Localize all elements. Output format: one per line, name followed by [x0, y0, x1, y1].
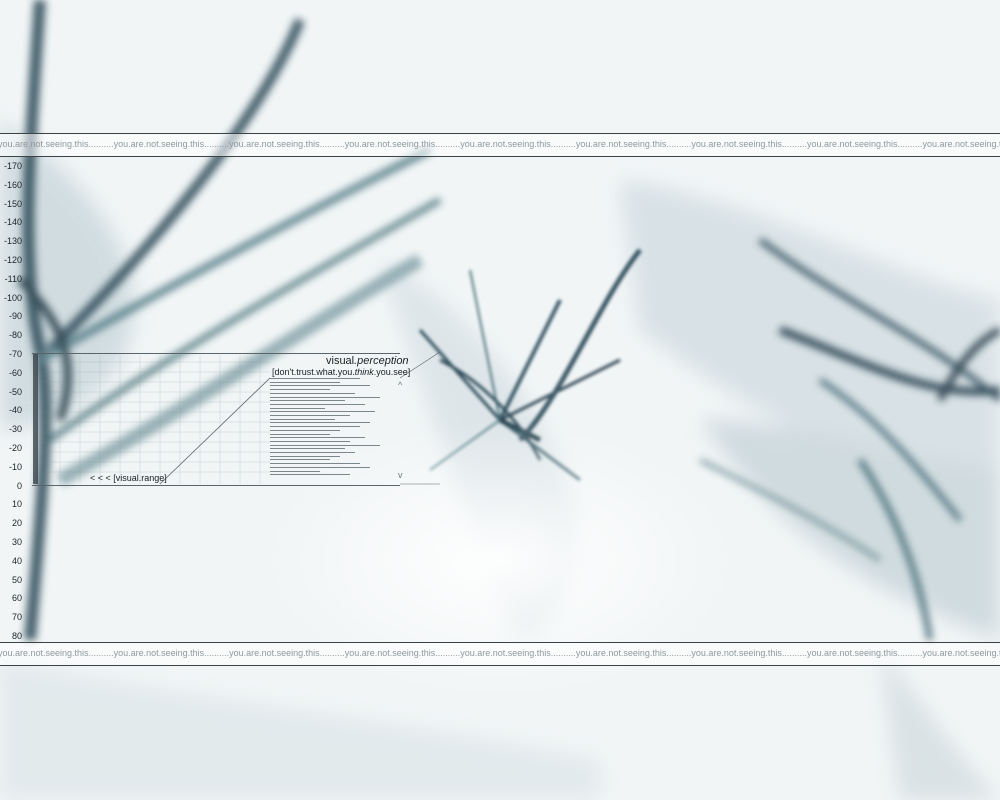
- text-line-decoration: [270, 407, 325, 409]
- ruler-tick: 50: [11, 574, 22, 585]
- ruler-tick: -160: [3, 179, 22, 190]
- ruler-tick: -140: [3, 217, 22, 228]
- text-line-decoration: [270, 433, 330, 435]
- ruler-tick: 20: [11, 518, 22, 529]
- panel-subtitle-pre: [don't.trust.what.you.: [272, 367, 355, 377]
- ruler-tick: -70: [8, 349, 22, 359]
- top-marquee-band: you.are.not.seeing.this..........you.are…: [0, 133, 1000, 157]
- text-line-decoration: [270, 381, 340, 383]
- text-line-decoration: [270, 444, 380, 446]
- text-line-decoration: [270, 400, 345, 402]
- ruler-tick: -80: [8, 330, 22, 341]
- text-line-decoration: [270, 448, 345, 450]
- panel-text-block: [270, 378, 390, 478]
- text-line-decoration: [270, 452, 355, 453]
- panel-subtitle: [don't.trust.what.you.think.you.see]: [272, 367, 410, 377]
- ruler-tick: 80: [11, 631, 22, 641]
- ruler-tick: -40: [8, 405, 22, 416]
- text-line-decoration: [270, 378, 360, 379]
- text-line-decoration: [270, 466, 370, 468]
- panel-title-word: visual: [326, 355, 355, 367]
- ruler-tick: -30: [8, 424, 22, 435]
- text-line-decoration: [270, 455, 340, 457]
- text-line-decoration: [270, 429, 340, 431]
- text-line-decoration: [270, 426, 360, 428]
- visual-range-link[interactable]: < < < [visual.range]: [90, 473, 167, 483]
- text-line-decoration: [270, 459, 330, 461]
- ruler-tick: -20: [8, 443, 22, 453]
- ruler-tick: -60: [8, 367, 22, 378]
- text-line-decoration: [270, 403, 365, 405]
- ruler-tick: -10: [8, 461, 22, 472]
- bottom-marquee-text: you.are.not.seeing.this..........you.are…: [0, 648, 1000, 658]
- text-line-decoration: [270, 463, 360, 465]
- text-line-decoration: [270, 385, 370, 387]
- top-marquee-text: you.are.not.seeing.this..........you.are…: [0, 139, 1000, 149]
- text-line-decoration: [270, 437, 365, 439]
- ruler-tick: -130: [3, 236, 22, 247]
- ruler-tick: -120: [3, 255, 22, 265]
- ruler-tick: 0: [16, 480, 22, 491]
- text-line-decoration: [270, 389, 330, 391]
- text-line-decoration: [270, 392, 355, 394]
- ruler-tick: 10: [11, 499, 22, 510]
- panel-subtitle-italic: think: [354, 367, 374, 377]
- panel-title-italic: .perception: [354, 355, 409, 367]
- vertical-ruler: -170 -160 -150 -140 -130 -120 -110 -100 -90 -80 -7…: [0, 156, 30, 642]
- caret-down-icon[interactable]: v: [398, 470, 403, 480]
- text-line-decoration: [270, 411, 375, 413]
- text-line-decoration: [270, 418, 335, 420]
- text-line-decoration: [270, 396, 380, 398]
- ruler-tick: -170: [3, 161, 22, 171]
- text-line-decoration: [270, 470, 320, 472]
- ruler-tick: -90: [8, 311, 22, 322]
- text-line-decoration: [270, 415, 350, 416]
- ruler-tick: -150: [3, 198, 22, 209]
- text-line-decoration: [270, 440, 350, 442]
- panel-subtitle-post: .you.see]: [373, 367, 411, 377]
- caret-up-icon[interactable]: ^: [398, 380, 402, 390]
- ruler-tick: -110: [4, 273, 22, 284]
- ruler-tick: -50: [8, 386, 22, 397]
- bottom-marquee-band: you.are.not.seeing.this..........you.are…: [0, 642, 1000, 666]
- ruler-tick: 70: [11, 612, 22, 623]
- ruler-tick: 40: [11, 555, 22, 566]
- ruler-tick: -100: [3, 292, 22, 303]
- text-line-decoration: [270, 474, 350, 476]
- ruler-tick: 30: [11, 537, 22, 547]
- text-line-decoration: [270, 422, 370, 424]
- ruler-tick: 60: [11, 593, 22, 604]
- panel-title: visual.perception: [326, 355, 409, 367]
